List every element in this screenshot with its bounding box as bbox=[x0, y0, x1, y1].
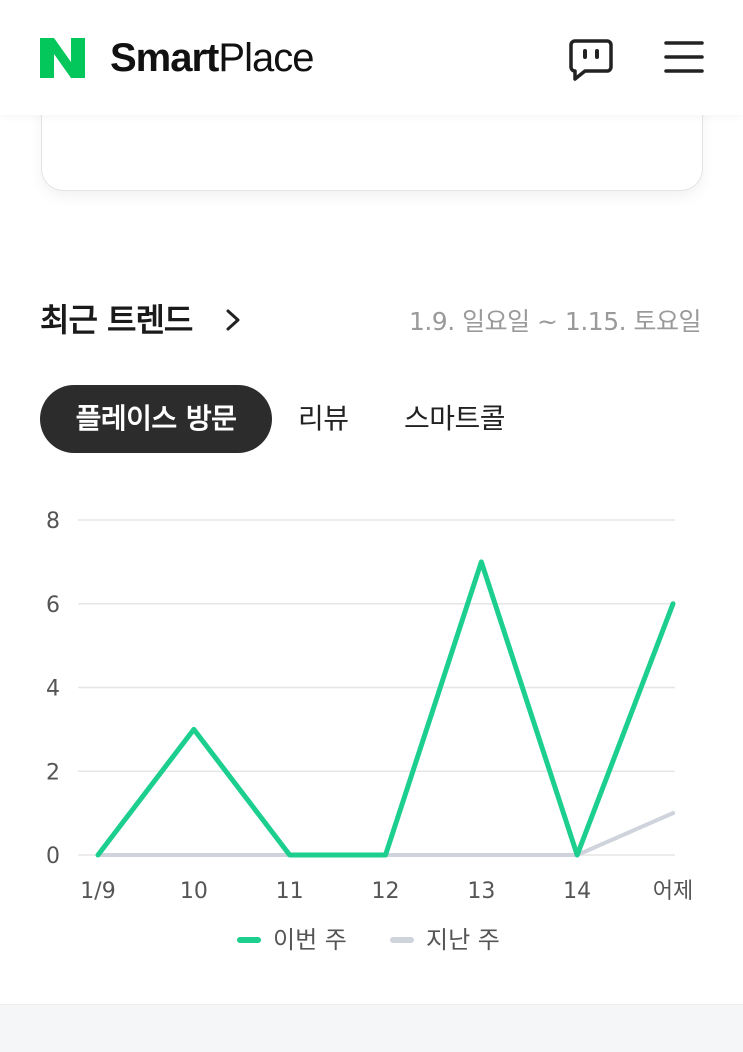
naver-logo-icon[interactable] bbox=[40, 38, 85, 78]
x-tick-label: 어제 bbox=[653, 879, 693, 904]
tab-place-visit[interactable]: 플레이스 방문 bbox=[40, 385, 272, 453]
data-point bbox=[191, 853, 196, 857]
date-range: 1.9. 일요일 ~ 1.15. 토요일 bbox=[408, 307, 702, 336]
trend-title[interactable]: 최근 트렌드 bbox=[40, 298, 193, 342]
chevron-right-icon[interactable] bbox=[222, 306, 244, 334]
chart-legend: 이번 주 지난 주 bbox=[0, 918, 743, 962]
tab-review[interactable]: 리뷰 bbox=[298, 385, 349, 453]
data-point bbox=[479, 559, 484, 564]
x-tick-label: 13 bbox=[467, 879, 495, 904]
data-point bbox=[575, 853, 580, 857]
x-tick-label: 1/9 bbox=[80, 879, 115, 904]
legend-label-this-week: 이번 주 bbox=[273, 926, 347, 954]
legend-label-last-week: 지난 주 bbox=[426, 926, 500, 954]
data-point bbox=[287, 853, 292, 857]
tab-smartcall[interactable]: 스마트콜 bbox=[404, 385, 506, 453]
y-tick-label: 0 bbox=[46, 844, 60, 869]
data-point bbox=[96, 853, 100, 857]
data-point bbox=[191, 727, 196, 732]
trend-line-chart: 0 2 4 6 8 1/9 10 11 12 13 14 어제 bbox=[46, 509, 693, 904]
y-tick-label: 4 bbox=[46, 677, 60, 702]
x-tick-label: 14 bbox=[563, 879, 591, 904]
y-tick-label: 6 bbox=[46, 593, 60, 618]
x-tick-label: 10 bbox=[180, 879, 208, 904]
brand-name-bold: Smart bbox=[110, 36, 219, 80]
legend-swatch-this-week bbox=[237, 937, 261, 943]
x-tick-label: 11 bbox=[276, 879, 304, 904]
data-point bbox=[671, 601, 675, 606]
app-header: SmartPlace bbox=[0, 0, 743, 115]
next-section-band bbox=[0, 1004, 743, 1052]
data-point bbox=[479, 853, 484, 857]
brand-name-regular: Place bbox=[218, 36, 314, 80]
data-point bbox=[671, 811, 675, 816]
x-tick-label: 12 bbox=[372, 879, 400, 904]
legend-swatch-last-week bbox=[390, 937, 414, 943]
hamburger-menu-icon[interactable] bbox=[661, 37, 707, 77]
y-tick-label: 2 bbox=[46, 760, 60, 785]
brand-name[interactable]: SmartPlace bbox=[110, 34, 314, 82]
data-point bbox=[383, 853, 388, 857]
chat-bubble-icon[interactable] bbox=[567, 35, 615, 83]
series-line-this-week bbox=[95, 559, 676, 858]
y-tick-label: 8 bbox=[46, 509, 60, 534]
